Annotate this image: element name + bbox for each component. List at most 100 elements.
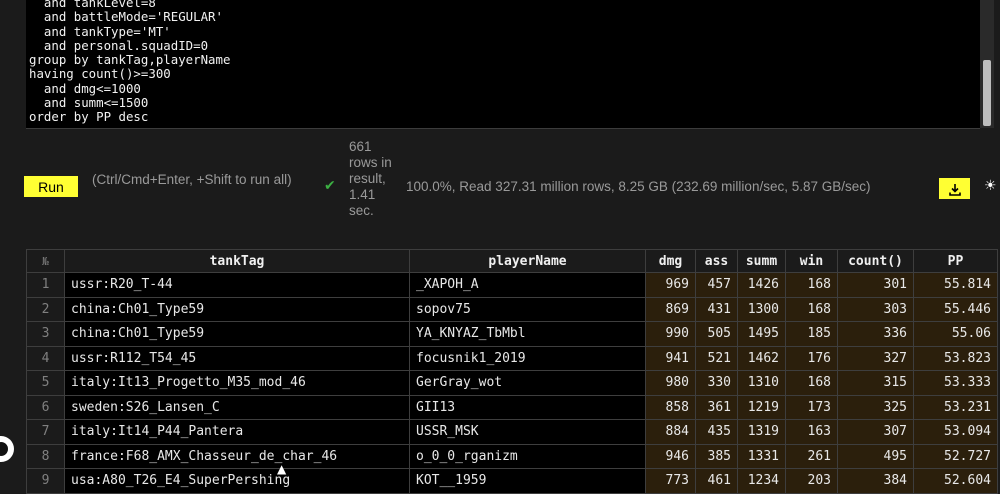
table-cell: 521 bbox=[695, 345, 738, 371]
table-body: 1 ussr:R20_T-44 _XAPOH_A 969 457 1426 168 301 55… bbox=[26, 272, 998, 494]
table-cell: 261 bbox=[785, 443, 838, 469]
table-row: 2 china:Ch01_Type59 sopov75 869 431 1300 168 30… bbox=[26, 296, 998, 322]
table-cell: usa:A80_T26_E4_SuperPershing bbox=[64, 468, 410, 494]
column-header[interactable]: count() bbox=[837, 249, 914, 273]
run-button[interactable]: Run bbox=[24, 176, 78, 197]
code-line: having count()>=300 bbox=[29, 66, 171, 82]
table-cell: france:F68_AMX_Chasseur_de_char_46 bbox=[64, 443, 410, 469]
column-header[interactable]: PP bbox=[913, 249, 998, 273]
table-cell: 55.446 bbox=[913, 296, 998, 322]
table-cell: 980 bbox=[645, 370, 696, 396]
table-cell: 168 bbox=[785, 370, 838, 396]
table-cell: 52.727 bbox=[913, 443, 998, 469]
table-cell: ussr:R20_T-44 bbox=[64, 272, 410, 298]
download-icon bbox=[948, 184, 961, 196]
table-cell: 55.814 bbox=[913, 272, 998, 298]
table-cell: 55.06 bbox=[913, 321, 998, 347]
code-line: and tankType='MT' bbox=[29, 23, 171, 39]
table-cell: china:Ch01_Type59 bbox=[64, 296, 410, 322]
table-cell: 990 bbox=[645, 321, 696, 347]
result-rows-info: 661 rows in result, 1.41 sec. bbox=[349, 139, 392, 218]
table-cell: 303 bbox=[837, 296, 914, 322]
table-cell: focusnik1_2019 bbox=[409, 345, 646, 371]
table-row: 8 france:F68_AMX_Chasseur_de_char_46 o_0_0… bbox=[26, 443, 998, 469]
code-line: and battleMode='REGULAR' bbox=[29, 9, 223, 25]
table-cell: 53.333 bbox=[913, 370, 998, 396]
table-cell: 330 bbox=[695, 370, 738, 396]
theme-toggle-icon[interactable]: ☀ bbox=[984, 178, 997, 194]
table-cell: 858 bbox=[645, 394, 696, 420]
run-shortcut-hint: (Ctrl/Cmd+Enter, +Shift to run all) bbox=[92, 172, 292, 187]
table-cell: 946 bbox=[645, 443, 696, 469]
table-cell: 53.094 bbox=[913, 419, 998, 445]
table-cell: 3 bbox=[26, 321, 65, 347]
table-cell: 173 bbox=[785, 394, 838, 420]
table-cell: KOT__1959 bbox=[409, 468, 646, 494]
table-cell: 168 bbox=[785, 272, 838, 298]
table-cell: 1462 bbox=[737, 345, 786, 371]
table-row: 1 ussr:R20_T-44 _XAPOH_A 969 457 1426 168 301 55… bbox=[26, 272, 998, 298]
table-cell: 4 bbox=[26, 345, 65, 371]
table-cell: 203 bbox=[785, 468, 838, 494]
table-cell: 301 bbox=[837, 272, 914, 298]
column-header[interactable]: dmg bbox=[645, 249, 696, 273]
table-cell: 869 bbox=[645, 296, 696, 322]
table-cell: 168 bbox=[785, 296, 838, 322]
table-cell: 1495 bbox=[737, 321, 786, 347]
table-cell: USSR_MSK bbox=[409, 419, 646, 445]
table-row: 9 usa:A80_T26_E4_SuperPershing KOT__1959 77… bbox=[26, 468, 998, 494]
table-cell: 52.604 bbox=[913, 468, 998, 494]
table-cell: 495 bbox=[837, 443, 914, 469]
download-button[interactable] bbox=[939, 178, 970, 199]
table-row: 3 china:Ch01_Type59 YA_KNYAZ_TbMbl 990 505 14… bbox=[26, 321, 998, 347]
table-row: 7 italy:It14_P44_Pantera USSR_MSK 884 435 131… bbox=[26, 419, 998, 445]
table-cell: GII13 bbox=[409, 394, 646, 420]
table-cell: sweden:S26_Lansen_C bbox=[64, 394, 410, 420]
table-cell: 457 bbox=[695, 272, 738, 298]
table-cell: 431 bbox=[695, 296, 738, 322]
table-cell: 325 bbox=[837, 394, 914, 420]
table-cell: 9 bbox=[26, 468, 65, 494]
table-cell: 1 bbox=[26, 272, 65, 298]
column-header[interactable]: win bbox=[785, 249, 838, 273]
column-header[interactable]: playerName bbox=[409, 249, 646, 273]
table-cell: 884 bbox=[645, 419, 696, 445]
table-row: 4 ussr:R112_T54_45 focusnik1_2019 941 521 146… bbox=[26, 345, 998, 371]
table-cell: 53.823 bbox=[913, 345, 998, 371]
column-header[interactable]: tankTag bbox=[64, 249, 410, 273]
table-cell: 1310 bbox=[737, 370, 786, 396]
table-cell: 505 bbox=[695, 321, 738, 347]
table-cell: 185 bbox=[785, 321, 838, 347]
editor-scrollbar[interactable] bbox=[980, 0, 994, 128]
table-cell: 1331 bbox=[737, 443, 786, 469]
code-line: and summ<=1500 bbox=[29, 95, 149, 111]
code-line: and personal.squadID=0 bbox=[29, 37, 209, 53]
table-cell: GerGray_wot bbox=[409, 370, 646, 396]
table-cell: 1319 bbox=[737, 419, 786, 445]
editor-scrollbar-thumb[interactable] bbox=[983, 60, 991, 126]
sql-editor[interactable]: and tankLevel=8 and battleMode='REGULAR'… bbox=[26, 0, 980, 129]
table-cell: 7 bbox=[26, 419, 65, 445]
app-logo bbox=[0, 436, 14, 462]
table-cell: ussr:R112_T54_45 bbox=[64, 345, 410, 371]
table-cell: 773 bbox=[645, 468, 696, 494]
success-check-icon: ✔ bbox=[324, 178, 336, 194]
table-cell: YA_KNYAZ_TbMbl bbox=[409, 321, 646, 347]
column-header[interactable]: summ bbox=[737, 249, 786, 273]
table-cell: 435 bbox=[695, 419, 738, 445]
table-cell: 2 bbox=[26, 296, 65, 322]
table-row: 6 sweden:S26_Lansen_C GII13 858 361 1219 173 32… bbox=[26, 394, 998, 420]
table-row: 5 italy:It13_Progetto_M35_mod_46 GerGray_w… bbox=[26, 370, 998, 396]
table-cell: 53.231 bbox=[913, 394, 998, 420]
table-cell: 8 bbox=[26, 443, 65, 469]
table-cell: 307 bbox=[837, 419, 914, 445]
table-cell: 1234 bbox=[737, 468, 786, 494]
code-line: group by tankTag,playerName bbox=[29, 52, 231, 68]
column-header[interactable]: ass bbox=[695, 249, 738, 273]
results-table: № tankTag playerName dmg ass summ win count() PP… bbox=[26, 249, 998, 494]
table-cell: 315 bbox=[837, 370, 914, 396]
table-header-row: № tankTag playerName dmg ass summ win count() PP bbox=[26, 249, 998, 273]
table-cell: 1426 bbox=[737, 272, 786, 298]
table-cell: 941 bbox=[645, 345, 696, 371]
table-cell: 176 bbox=[785, 345, 838, 371]
